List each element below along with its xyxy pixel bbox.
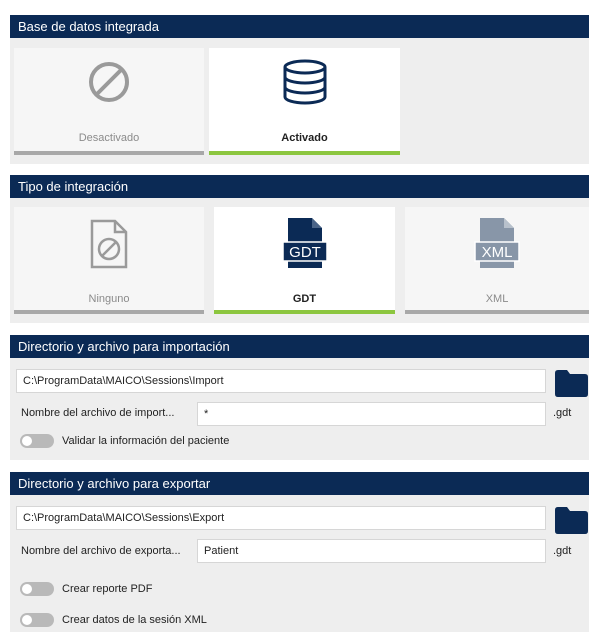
database-option-disabled[interactable]: Desactivado	[14, 48, 204, 155]
integration-option-none-indicator	[14, 310, 204, 314]
toggle-knob	[22, 436, 32, 446]
integration-option-none[interactable]: Ninguno	[14, 207, 204, 314]
gdt-icon-text: GDT	[289, 244, 321, 261]
database-icon	[283, 59, 326, 105]
import-section-header: Directorio y archivo para importación	[10, 335, 589, 358]
export-folder-icon[interactable]	[555, 507, 588, 534]
export-filename-input[interactable]: Patient	[197, 539, 546, 563]
xml-file-icon: XML	[474, 218, 520, 268]
integration-option-none-label: Ninguno	[88, 293, 130, 305]
none-file-icon	[90, 219, 128, 269]
database-option-disabled-indicator	[14, 151, 204, 155]
export-extension-label: .gdt	[553, 545, 572, 557]
integration-option-xml-label: XML	[485, 293, 509, 305]
create-pdf-toggle[interactable]	[20, 582, 54, 596]
prohibited-icon	[89, 62, 129, 102]
database-option-enabled[interactable]: Activado	[209, 48, 400, 155]
integration-section-header: Tipo de integración	[10, 175, 589, 198]
export-directory-input[interactable]: C:\ProgramData\MAICO\Sessions\Export	[16, 506, 546, 530]
integration-option-xml[interactable]: XML XML	[405, 207, 589, 314]
xml-icon-text: XML	[482, 244, 513, 261]
import-section: Directorio y archivo para importación C:…	[10, 335, 589, 460]
validate-patient-toggle[interactable]	[20, 434, 54, 448]
database-option-enabled-label: Activado	[281, 132, 328, 144]
import-filename-input[interactable]: *	[197, 402, 546, 426]
toggle-knob	[22, 584, 32, 594]
database-section-header: Base de datos integrada	[10, 15, 589, 38]
database-option-enabled-indicator	[209, 151, 400, 155]
integration-option-gdt[interactable]: GDT GDT	[214, 207, 395, 314]
integration-section: Tipo de integración Ninguno GDT GDT XML …	[10, 175, 589, 323]
database-option-disabled-label: Desactivado	[78, 132, 140, 144]
integration-option-gdt-label: GDT	[292, 293, 317, 305]
validate-patient-label: Validar la información del paciente	[62, 435, 230, 447]
integration-option-xml-indicator	[405, 310, 589, 314]
create-xml-label: Crear datos de la sesión XML	[62, 614, 207, 626]
integration-option-gdt-indicator	[214, 310, 395, 314]
create-xml-toggle[interactable]	[20, 613, 54, 627]
import-directory-input[interactable]: C:\ProgramData\MAICO\Sessions\Import	[16, 369, 546, 393]
database-section: Base de datos integrada Desactivado Acti…	[10, 15, 589, 164]
import-folder-icon[interactable]	[555, 370, 588, 397]
import-filename-label: Nombre del archivo de import...	[21, 407, 175, 419]
export-section: Directorio y archivo para exportar C:\Pr…	[10, 472, 589, 632]
toggle-knob	[22, 615, 32, 625]
gdt-file-icon: GDT	[281, 218, 328, 268]
export-filename-label: Nombre del archivo de exporta...	[21, 545, 181, 557]
create-pdf-label: Crear reporte PDF	[62, 583, 153, 595]
export-section-header: Directorio y archivo para exportar	[10, 472, 589, 495]
import-extension-label: .gdt	[553, 407, 572, 419]
